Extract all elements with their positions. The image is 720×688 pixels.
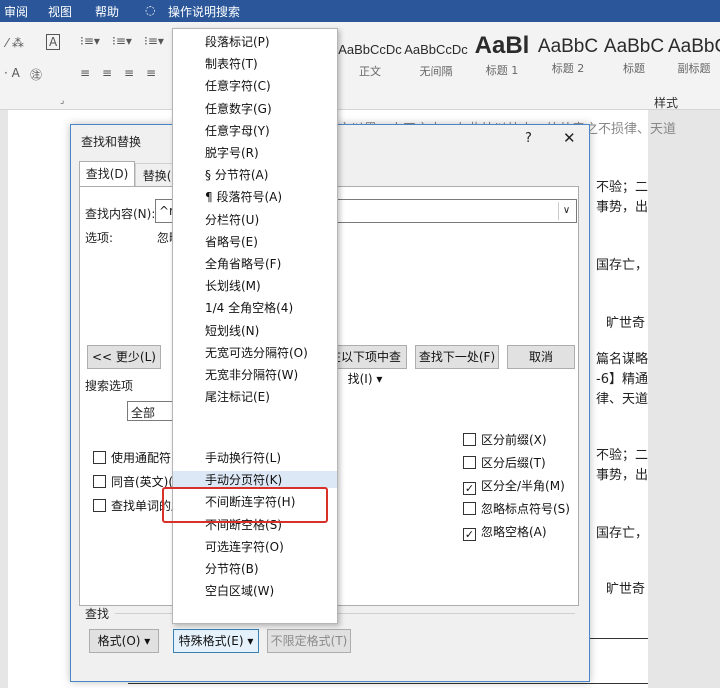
options-label: 选项: xyxy=(85,231,114,245)
special-menu-item[interactable]: 分栏符(U) xyxy=(205,211,259,228)
special-menu-item[interactable]: 制表符(T) xyxy=(205,55,258,72)
doc-line: 事势，出 xyxy=(596,200,649,215)
tell-me-search[interactable]: 操作说明搜索 xyxy=(168,3,240,20)
special-menu-item[interactable]: 1/4 全角空格(4) xyxy=(205,299,293,316)
bullets-icon[interactable]: ⁝≡▾ xyxy=(80,34,100,48)
lightbulb-icon: ◌ xyxy=(145,3,156,17)
special-menu-item[interactable]: 手动分页符(K) xyxy=(173,471,337,489)
special-menu-item[interactable]: 全角省略号(F) xyxy=(205,255,281,272)
numbering-icon[interactable]: ⁝≡▾ xyxy=(112,34,132,48)
doc-line: -6】精通 xyxy=(596,372,648,387)
dialog-title: 查找和替换 xyxy=(81,135,142,149)
doc-line: 国存亡， xyxy=(596,258,649,273)
style-heading-2[interactable]: AaBbC 标题 2 xyxy=(536,30,600,90)
cancel-button[interactable]: 取消 xyxy=(507,345,575,369)
special-characters-menu: 段落标记(P) 制表符(T) 任意字符(C) 任意数字(G) 任意字母(Y) 脱字号(R)… xyxy=(172,28,338,624)
doc-line: 律、天道 xyxy=(596,392,649,407)
find-section-label: 查找 xyxy=(85,607,110,621)
find-label: 查找内容(N): xyxy=(85,207,156,221)
char-border-icon[interactable]: A xyxy=(46,34,61,50)
special-menu-item[interactable]: 省略号(E) xyxy=(205,233,258,250)
special-menu-item[interactable]: 分节符(B) xyxy=(205,560,259,577)
search-options-label: 搜索选项 xyxy=(85,379,134,393)
special-menu-item[interactable]: 任意字母(Y) xyxy=(205,122,270,139)
style-normal[interactable]: AaBbCcDc 正文 xyxy=(338,30,402,90)
styles-group-label: 样式 xyxy=(654,96,679,110)
align-left-icon[interactable]: ≡ xyxy=(80,66,90,80)
doc-line: 不验；二 xyxy=(596,180,649,195)
enclose-char-icon[interactable]: ㊟ xyxy=(30,66,42,83)
ignore-space-checkbox[interactable]: ✓ 忽略空格(A) xyxy=(463,523,547,541)
special-menu-item[interactable]: 无宽非分隔符(W) xyxy=(205,366,298,383)
special-menu-item[interactable]: 尾注标记(E) xyxy=(205,388,270,405)
menu-view[interactable]: 视图 xyxy=(48,3,72,20)
multilevel-list-icon[interactable]: ⁝≡▾ xyxy=(144,34,164,48)
format-button[interactable]: 格式(O) ▾ xyxy=(89,629,159,653)
style-subtitle[interactable]: AaBbC 副标题 xyxy=(668,30,720,90)
menu-review[interactable]: 审阅 xyxy=(4,3,28,20)
doc-line: 不验；二 xyxy=(596,448,649,463)
special-menu-item[interactable]: 任意数字(G) xyxy=(205,100,272,117)
match-width-checkbox[interactable]: ✓ 区分全/半角(M) xyxy=(463,477,565,495)
ignore-punct-checkbox[interactable]: 忽略标点符号(S) xyxy=(463,500,570,517)
align-right-icon[interactable]: ≡ xyxy=(124,66,134,80)
align-center-icon[interactable]: ≡ xyxy=(102,66,112,80)
match-suffix-checkbox[interactable]: 区分后缀(T) xyxy=(463,454,546,471)
chevron-down-icon[interactable]: ∨ xyxy=(558,202,574,220)
justify-icon[interactable]: ≡ xyxy=(146,66,156,80)
close-icon[interactable]: ✕ xyxy=(563,129,576,147)
special-menu-item[interactable]: 短划线(N) xyxy=(205,322,259,339)
help-button[interactable]: ? xyxy=(525,131,532,146)
special-menu-item[interactable]: 段落标记(P) xyxy=(205,33,270,50)
style-no-spacing[interactable]: AaBbCcDc 无间隔 xyxy=(404,30,468,90)
menu-help[interactable]: 帮助 xyxy=(95,3,119,20)
tab-find[interactable]: 查找(D) xyxy=(79,161,135,187)
doc-line: 国存亡， xyxy=(596,526,649,541)
doc-line: 旷世奇 xyxy=(606,582,646,597)
special-menu-item[interactable]: 可选连字符(O) xyxy=(205,538,284,555)
special-menu-item[interactable]: § 分节符(A) xyxy=(205,166,268,183)
match-prefix-checkbox[interactable]: 区分前缀(X) xyxy=(463,431,547,448)
ribbon: ⁄ ⁂ A · A ㊟ ⁝≡▾ ⁝≡▾ ⁝≡▾ ≡ ≡ ≡ ≡ ⌟ AaBbCc… xyxy=(0,22,720,110)
special-button[interactable]: 特殊格式(E) ▾ xyxy=(173,629,259,653)
no-formatting-button[interactable]: 不限定格式(T) xyxy=(267,629,351,653)
special-menu-item[interactable]: 无宽可选分隔符(O) xyxy=(205,344,308,361)
special-menu-item[interactable]: 脱字号(R) xyxy=(205,144,259,161)
menu-bar: 审阅 视图 帮助 ◌ 操作说明搜索 xyxy=(0,0,720,22)
special-menu-item[interactable]: 手动换行符(L) xyxy=(205,449,281,466)
doc-line: 篇名谋略 xyxy=(596,352,649,367)
style-heading-1[interactable]: AaBl 标题 1 xyxy=(470,30,534,90)
style-title[interactable]: AaBbC 标题 xyxy=(602,30,666,90)
special-menu-item[interactable]: ¶ 段落符号(A) xyxy=(205,188,282,205)
font-color-icon[interactable]: · A xyxy=(4,66,20,80)
font-case-icon[interactable]: ⁄ ⁂ xyxy=(6,36,24,50)
find-next-button[interactable]: 查找下一处(F) xyxy=(415,345,499,369)
doc-line: 事势，出 xyxy=(596,468,649,483)
doc-line: 旷世奇 xyxy=(606,316,646,331)
special-menu-item[interactable]: 长划线(M) xyxy=(205,277,261,294)
special-menu-item[interactable]: 任意字符(C) xyxy=(205,77,271,94)
less-button[interactable]: << 更少(L) xyxy=(87,345,161,369)
special-menu-item[interactable]: 空白区域(W) xyxy=(205,582,274,599)
dialog-launcher-icon[interactable]: ⌟ xyxy=(60,96,64,106)
highlight-box xyxy=(162,487,328,523)
